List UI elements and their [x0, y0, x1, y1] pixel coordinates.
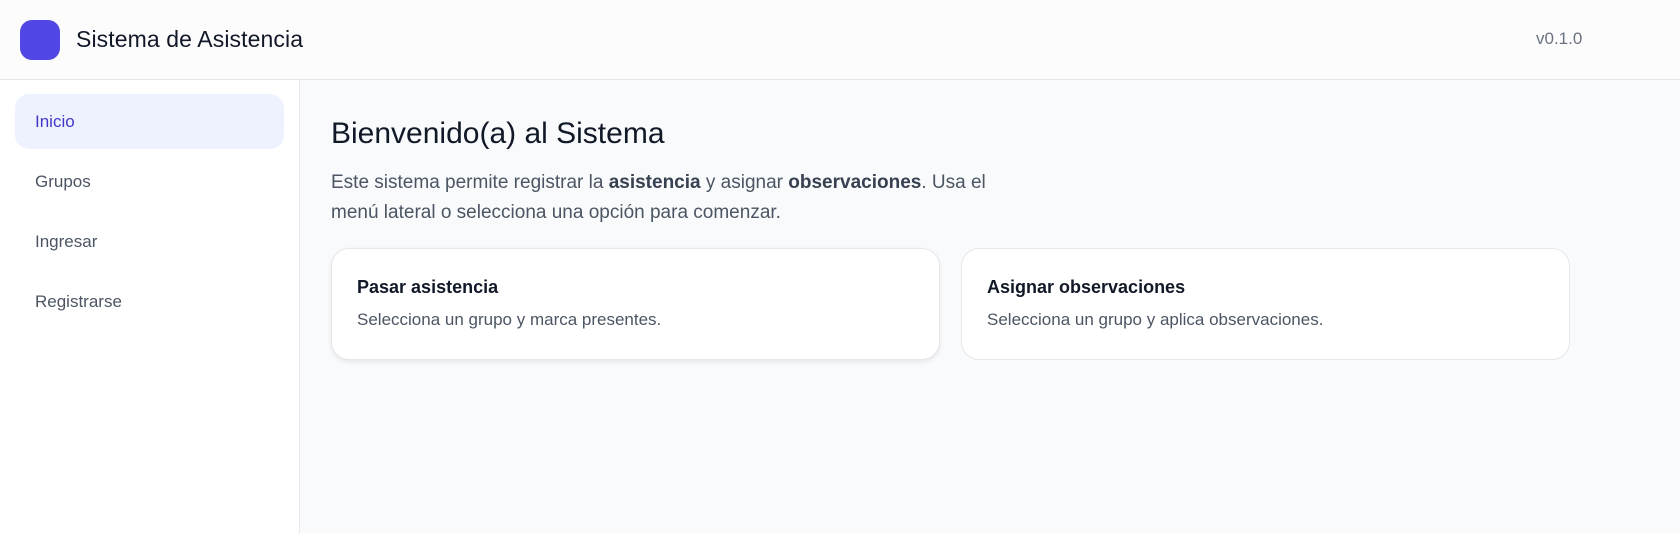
- app-body: Inicio Grupos Ingresar Registrarse Bienv…: [0, 80, 1680, 533]
- card-asignar-observaciones[interactable]: Asignar observaciones Selecciona un grup…: [961, 248, 1570, 360]
- card-pasar-asistencia[interactable]: Pasar asistencia Selecciona un grupo y m…: [331, 248, 940, 360]
- intro-text-part: y asignar: [700, 172, 789, 193]
- app-title: Sistema de Asistencia: [76, 26, 304, 52]
- intro-bold-observaciones: observaciones: [788, 172, 922, 193]
- sidebar-item-ingresar[interactable]: Ingresar: [15, 214, 284, 269]
- sidebar-item-label: Registrarse: [35, 291, 122, 311]
- top-bar: Sistema de Asistencia v0.1.0: [0, 0, 1680, 80]
- main-content: Bienvenido(a) al Sistema Este sistema pe…: [300, 80, 1680, 533]
- page-title: Bienvenido(a) al Sistema: [331, 117, 665, 150]
- sidebar-item-label: Ingresar: [35, 231, 98, 251]
- version-label: v0.1.0: [1536, 29, 1583, 48]
- sidebar-item-grupos[interactable]: Grupos: [15, 154, 284, 209]
- intro-text: Este sistema permite registrar la asiste…: [331, 168, 1031, 228]
- card-title: Asignar observaciones: [987, 277, 1186, 297]
- sidebar: Inicio Grupos Ingresar Registrarse: [0, 80, 300, 533]
- sidebar-item-inicio[interactable]: Inicio: [15, 94, 284, 149]
- app-root: Sistema de Asistencia v0.1.0 Inicio Grup…: [0, 0, 1680, 533]
- card-title: Pasar asistencia: [357, 277, 499, 297]
- intro-text-part: Este sistema permite registrar la: [331, 172, 609, 193]
- sidebar-item-registrarse[interactable]: Registrarse: [15, 274, 284, 329]
- sidebar-item-label: Inicio: [35, 111, 75, 131]
- action-cards: Pasar asistencia Selecciona un grupo y m…: [331, 248, 1649, 360]
- app-logo: [20, 19, 60, 60]
- card-description: Selecciona un grupo y aplica observacion…: [987, 310, 1324, 329]
- intro-bold-asistencia: asistencia: [608, 172, 701, 193]
- card-description: Selecciona un grupo y marca presentes.: [357, 310, 662, 329]
- sidebar-item-label: Grupos: [35, 171, 91, 191]
